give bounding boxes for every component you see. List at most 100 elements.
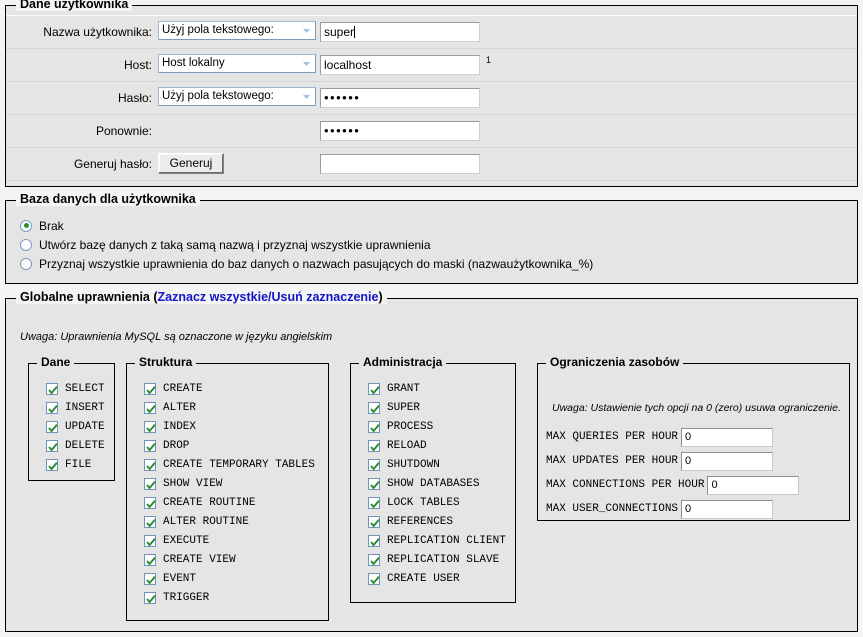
user-data-fieldset: Dane użytkownika Nazwa użytkownika: Użyj …	[5, 0, 858, 187]
privilege-row[interactable]: SELECT	[46, 380, 105, 398]
privilege-item-list: SELECT INSERT UPDATE DELETE FILE	[38, 368, 105, 481]
checkbox-drop[interactable]	[144, 440, 156, 453]
select-value: Użyj pola tekstowego:	[162, 89, 274, 102]
checkbox-create-user[interactable]	[368, 573, 380, 586]
database-option-2[interactable]: Przyznaj wszystkie uprawnienia do baz da…	[20, 255, 857, 272]
checkbox-file[interactable]	[46, 459, 58, 472]
checkbox-grant[interactable]	[368, 383, 380, 396]
password-input[interactable]: ••••••	[320, 87, 480, 108]
resource-limit-label: MAX CONNECTIONS PER HOUR	[546, 479, 705, 491]
checkbox-event[interactable]	[144, 573, 156, 586]
privilege-row[interactable]: EVENT	[144, 570, 319, 588]
privilege-row[interactable]: RELOAD	[368, 437, 506, 455]
privilege-group-title: Administracja	[359, 356, 447, 369]
privilege-row[interactable]: DELETE	[46, 437, 105, 455]
max-user-connections-input[interactable]: 0	[681, 499, 774, 519]
checkbox-super[interactable]	[368, 402, 380, 415]
select-host-mode[interactable]: Host lokalny	[158, 53, 316, 73]
checkbox-delete[interactable]	[46, 440, 58, 453]
checkbox-alter-routine[interactable]	[144, 516, 156, 529]
checkbox-show-view[interactable]	[144, 478, 156, 491]
privilege-row[interactable]: LOCK TABLES	[368, 494, 506, 512]
privilege-row[interactable]: SHOW DATABASES	[368, 475, 506, 493]
max-updates-per-hour-input[interactable]: 0	[681, 451, 774, 471]
user-data-row-control: Użyj pola tekstowego:	[158, 15, 320, 49]
checkbox-replication-client[interactable]	[368, 535, 380, 548]
checkbox-create[interactable]	[144, 383, 156, 396]
checkbox-create-view[interactable]	[144, 554, 156, 567]
privilege-row[interactable]: UPDATE	[46, 418, 105, 436]
privilege-row[interactable]: GRANT	[368, 380, 506, 398]
resource-limit-row: MAX QUERIES PER HOUR 0	[546, 426, 844, 448]
privilege-row[interactable]: INDEX	[144, 418, 319, 436]
checkbox-alter[interactable]	[144, 402, 156, 415]
privilege-row[interactable]: CREATE	[144, 380, 319, 398]
chevron-down-icon[interactable]	[299, 22, 314, 38]
database-option-0[interactable]: Brak	[20, 217, 857, 234]
privilege-row[interactable]: SUPER	[368, 399, 506, 417]
privilege-row[interactable]: REPLICATION CLIENT	[368, 532, 506, 550]
input-value: super	[324, 24, 355, 39]
checkbox-references[interactable]	[368, 516, 380, 529]
privilege-item-list: CREATE ALTER INDEX DROP CREATE TEMPORARY TAB…	[136, 368, 319, 614]
privilege-row[interactable]: CREATE TEMPORARY TABLES	[144, 456, 319, 474]
checkbox-lock-tables[interactable]	[368, 497, 380, 510]
select-password-mode[interactable]: Użyj pola tekstowego:	[158, 86, 316, 106]
checkbox-update[interactable]	[46, 421, 58, 434]
checkbox-replication-slave[interactable]	[368, 554, 380, 567]
password-confirm-input[interactable]: ••••••	[320, 120, 480, 141]
user-data-row-label: Hasło:	[6, 81, 158, 115]
input-value: localhost	[324, 57, 372, 72]
privilege-row[interactable]: ALTER ROUTINE	[144, 513, 319, 531]
select-username-mode[interactable]: Użyj pola tekstowego:	[158, 20, 316, 40]
chevron-down-icon[interactable]	[299, 88, 314, 104]
privilege-row[interactable]: SHUTDOWN	[368, 456, 506, 474]
privilege-row[interactable]: DROP	[144, 437, 319, 455]
checkbox-insert[interactable]	[46, 402, 58, 415]
checkbox-create-temporary-tables[interactable]	[144, 459, 156, 472]
privilege-row[interactable]: REFERENCES	[368, 513, 506, 531]
privilege-row[interactable]: PROCESS	[368, 418, 506, 436]
max-connections-per-hour-input[interactable]: 0	[707, 475, 800, 495]
privilege-row[interactable]: CREATE VIEW	[144, 551, 319, 569]
max-queries-per-hour-input[interactable]: 0	[681, 427, 774, 447]
privilege-row[interactable]: FILE	[46, 456, 105, 474]
checkbox-trigger[interactable]	[144, 592, 156, 605]
checkbox-index[interactable]	[144, 421, 156, 434]
checkbox-reload[interactable]	[368, 440, 380, 453]
chevron-down-icon[interactable]	[299, 55, 314, 71]
user-data-row-control: Użyj pola tekstowego:	[158, 81, 320, 115]
privilege-group-title: Struktura	[135, 356, 197, 369]
checkbox-process[interactable]	[368, 421, 380, 434]
generate-password-button[interactable]: Generuj	[158, 153, 224, 174]
checkbox-execute[interactable]	[144, 535, 156, 548]
privilege-label: GRANT	[387, 383, 421, 396]
privilege-row[interactable]: ALTER	[144, 399, 319, 417]
privilege-row[interactable]: CREATE ROUTINE	[144, 494, 319, 512]
checkbox-show-databases[interactable]	[368, 478, 380, 491]
privilege-row[interactable]: CREATE USER	[368, 570, 506, 588]
privilege-row[interactable]: INSERT	[46, 399, 105, 417]
privilege-row[interactable]: EXECUTE	[144, 532, 319, 550]
checkbox-shutdown[interactable]	[368, 459, 380, 472]
privilege-label: CREATE VIEW	[163, 554, 236, 567]
generated-password-input[interactable]	[320, 153, 480, 174]
privilege-label: UPDATE	[65, 421, 105, 434]
global-privileges-legend: Globalne uprawnienia (Zaznacz wszystkie/…	[16, 291, 387, 304]
database-option-1[interactable]: Utwórz bazę danych z taką samą nazwą i p…	[20, 236, 857, 253]
checkbox-create-routine[interactable]	[144, 497, 156, 510]
radio-button[interactable]	[20, 238, 32, 251]
privilege-row[interactable]: REPLICATION SLAVE	[368, 551, 506, 569]
unselect-all-link[interactable]: Usuń zaznaczenie	[272, 290, 379, 304]
checkbox-select[interactable]	[46, 383, 58, 396]
host-footnote-marker: 1	[486, 54, 492, 65]
privilege-label: CREATE USER	[387, 573, 460, 586]
text-caret	[354, 25, 356, 38]
host-input[interactable]: localhost	[320, 54, 480, 75]
select-all-link[interactable]: Zaznacz wszystkie	[158, 290, 268, 304]
radio-button[interactable]	[20, 257, 32, 270]
username-input[interactable]: super	[320, 21, 480, 42]
radio-button[interactable]	[20, 219, 32, 232]
privilege-row[interactable]: TRIGGER	[144, 589, 319, 607]
privilege-row[interactable]: SHOW VIEW	[144, 475, 319, 493]
